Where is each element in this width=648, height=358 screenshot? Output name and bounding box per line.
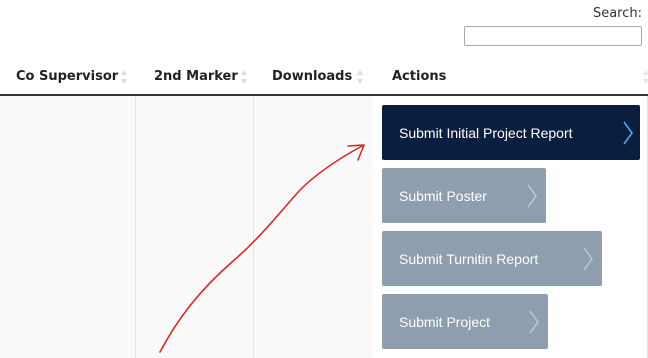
chevron-right-icon bbox=[529, 310, 539, 334]
submit-poster-button[interactable]: Submit Poster bbox=[382, 168, 546, 223]
submit-initial-project-report-button[interactable]: Submit Initial Project Report bbox=[382, 105, 640, 160]
chevron-right-icon bbox=[623, 121, 633, 145]
cell-2nd-marker bbox=[136, 96, 254, 358]
sort-icon bbox=[357, 70, 363, 84]
button-label: Submit Turnitin Report bbox=[399, 250, 539, 267]
sort-icon bbox=[643, 70, 648, 84]
search-area: Search: bbox=[462, 6, 642, 46]
cell-actions: Submit Initial Project Report Submit Pos… bbox=[372, 96, 648, 358]
column-header-co-supervisor[interactable]: Co Supervisor bbox=[0, 58, 136, 94]
table-row: Submit Initial Project Report Submit Pos… bbox=[0, 96, 648, 358]
search-input[interactable] bbox=[464, 26, 642, 46]
sort-icon bbox=[121, 70, 127, 84]
chevron-right-icon bbox=[583, 247, 593, 271]
button-label: Submit Initial Project Report bbox=[399, 124, 573, 141]
chevron-right-icon bbox=[527, 184, 537, 208]
sort-icon bbox=[241, 70, 247, 84]
column-header-label: Actions bbox=[392, 68, 447, 84]
cell-co-supervisor bbox=[0, 96, 136, 358]
table-header: Co Supervisor 2nd Marker Downloads Actio… bbox=[0, 58, 648, 96]
column-header-actions[interactable]: Actions bbox=[372, 58, 648, 94]
column-header-downloads[interactable]: Downloads bbox=[254, 58, 372, 94]
column-header-2nd-marker[interactable]: 2nd Marker bbox=[136, 58, 254, 94]
search-label: Search: bbox=[592, 6, 642, 21]
cell-downloads bbox=[254, 96, 372, 358]
submit-turnitin-report-button[interactable]: Submit Turnitin Report bbox=[382, 231, 602, 286]
column-header-label: Downloads bbox=[272, 68, 353, 84]
submit-project-button[interactable]: Submit Project bbox=[382, 294, 548, 349]
button-label: Submit Poster bbox=[399, 187, 487, 204]
button-label: Submit Project bbox=[399, 313, 491, 330]
column-header-label: Co Supervisor bbox=[16, 68, 119, 84]
column-header-label: 2nd Marker bbox=[154, 68, 238, 84]
